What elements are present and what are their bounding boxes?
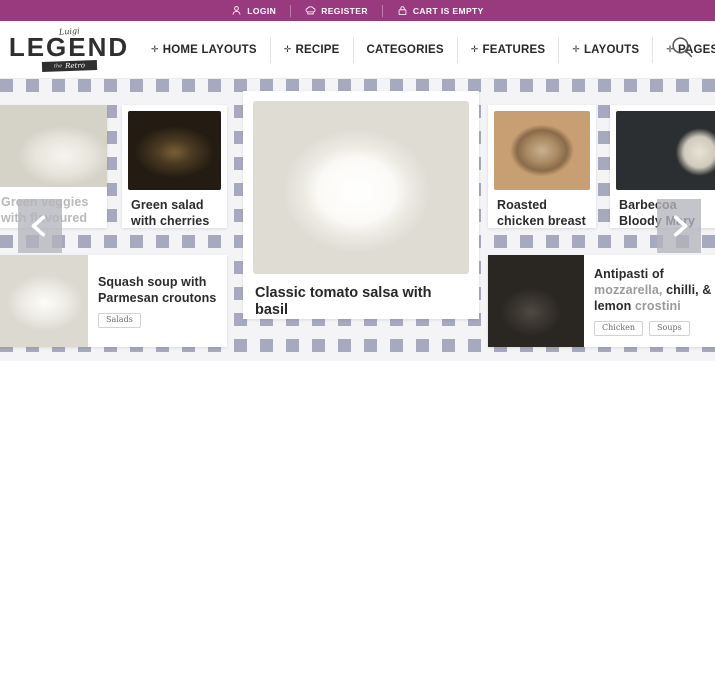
search-icon	[670, 35, 695, 65]
cart-link[interactable]: CART IS EMPTY	[381, 4, 498, 17]
plus-icon: ✛	[151, 44, 159, 54]
lower-content-section: Squash soup with Parmesan croutons Cooki…	[0, 361, 715, 688]
lock-cart-icon	[397, 5, 408, 16]
plus-icon: ✛	[283, 44, 292, 54]
register-link[interactable]: REGISTER	[290, 4, 382, 17]
recipe-card-roasted-chicken[interactable]: Roasted chicken breast	[488, 105, 596, 228]
login-label: LOGIN	[247, 5, 277, 16]
nav-label: FEATURES	[482, 43, 546, 56]
recipe-title: Squash soup with Parmesan croutons	[98, 275, 217, 306]
recipe-title: Antipasti of mozzarella, chilli, & lemon…	[594, 266, 713, 314]
chevron-right-icon	[666, 213, 692, 239]
register-label: REGISTER	[321, 5, 368, 16]
recipe-thumbnail	[488, 255, 584, 347]
recipe-card-antipasti[interactable]: Antipasti of mozzarella, chilli, & lemon…	[488, 255, 715, 347]
recipe-card-squash-soup[interactable]: Squash soup with Parmesan croutons Salad…	[0, 255, 227, 347]
recipe-title-part-1: Antipasti of	[594, 267, 664, 282]
nav-item-categories[interactable]: CATEGORIES	[352, 36, 457, 63]
logo-ribbon-main: Retro	[64, 61, 85, 70]
recipe-thumbnail	[494, 111, 590, 190]
cart-label: CART IS EMPTY	[412, 5, 484, 16]
chef-hat-icon	[305, 5, 316, 16]
logo-ribbon-small: the	[53, 63, 62, 70]
site-header: Luigi LEGEND the Retro ✛ HOME LAYOUTS ✛ …	[0, 21, 715, 79]
tag-chicken[interactable]: Chicken	[594, 321, 644, 336]
top-utility-bar: LOGIN REGISTER CART IS EMPTY	[0, 0, 715, 21]
recipe-thumbnail	[128, 111, 221, 190]
recipe-title-featured: Classic tomato salsa with basil	[243, 274, 479, 319]
recipe-card-body: Green salad with cherries	[122, 190, 227, 228]
recipe-card-body: Classic tomato salsa with basil Cooking …	[243, 274, 479, 319]
nav-label: CATEGORIES	[366, 43, 444, 56]
tag-soups[interactable]: Soups	[649, 321, 690, 336]
nav-label: LAYOUTS	[583, 43, 640, 56]
recipe-grid-band: Green veggies with flavoured butter Gree…	[0, 79, 715, 361]
recipe-title-part-2: mozzarella,	[594, 283, 663, 298]
search-button[interactable]	[667, 35, 697, 65]
plus-icon: ✛	[470, 44, 479, 54]
site-logo[interactable]: Luigi LEGEND the Retro	[9, 26, 127, 72]
recipe-title-part-4: crostini	[631, 299, 681, 314]
recipe-card-featured-tomato-salsa[interactable]: Classic tomato salsa with basil Cooking …	[243, 91, 479, 319]
plus-icon: ✛	[572, 44, 580, 54]
recipe-card-body: Roasted chicken breast	[488, 190, 596, 228]
nav-label: RECIPE	[295, 43, 340, 56]
recipe-title: Green salad with cherries	[131, 198, 210, 228]
logo-ribbon: the Retro	[41, 59, 97, 72]
tag-row: Salads	[98, 313, 217, 328]
recipe-card-body: Antipasti of mozzarella, chilli, & lemon…	[584, 255, 715, 347]
recipe-thumbnail	[616, 111, 715, 190]
recipe-title: Roasted chicken breast	[497, 198, 586, 228]
recipe-thumbnail-featured	[253, 101, 469, 274]
user-icon	[231, 5, 242, 16]
main-navigation: ✛ HOME LAYOUTS ✛ RECIPE CATEGORIES ✛ FEA…	[138, 35, 715, 65]
recipe-thumbnail	[0, 105, 107, 187]
logo-main-text: LEGEND	[8, 32, 130, 63]
tag-salads[interactable]: Salads	[98, 313, 141, 328]
recipe-card-green-salad[interactable]: Green salad with cherries	[122, 105, 227, 228]
chevron-left-icon	[27, 213, 53, 239]
recipe-card-body: Squash soup with Parmesan croutons Salad…	[88, 255, 227, 347]
nav-item-home-layouts[interactable]: ✛ HOME LAYOUTS	[138, 37, 270, 63]
logo-script-text: Luigi	[58, 26, 80, 37]
login-link[interactable]: LOGIN	[217, 5, 290, 17]
nav-item-features[interactable]: ✛ FEATURES	[456, 36, 558, 63]
nav-item-recipe[interactable]: ✛ RECIPE	[269, 36, 353, 63]
nav-item-layouts[interactable]: ✛ LAYOUTS	[558, 36, 652, 63]
recipe-grid: Green veggies with flavoured butter Gree…	[0, 79, 715, 361]
nav-label: HOME LAYOUTS	[162, 43, 257, 56]
grid-next-button[interactable]	[657, 199, 701, 253]
recipe-thumbnail	[0, 255, 88, 347]
tag-row: Chicken Soups	[594, 321, 713, 336]
grid-prev-button[interactable]	[18, 199, 62, 253]
